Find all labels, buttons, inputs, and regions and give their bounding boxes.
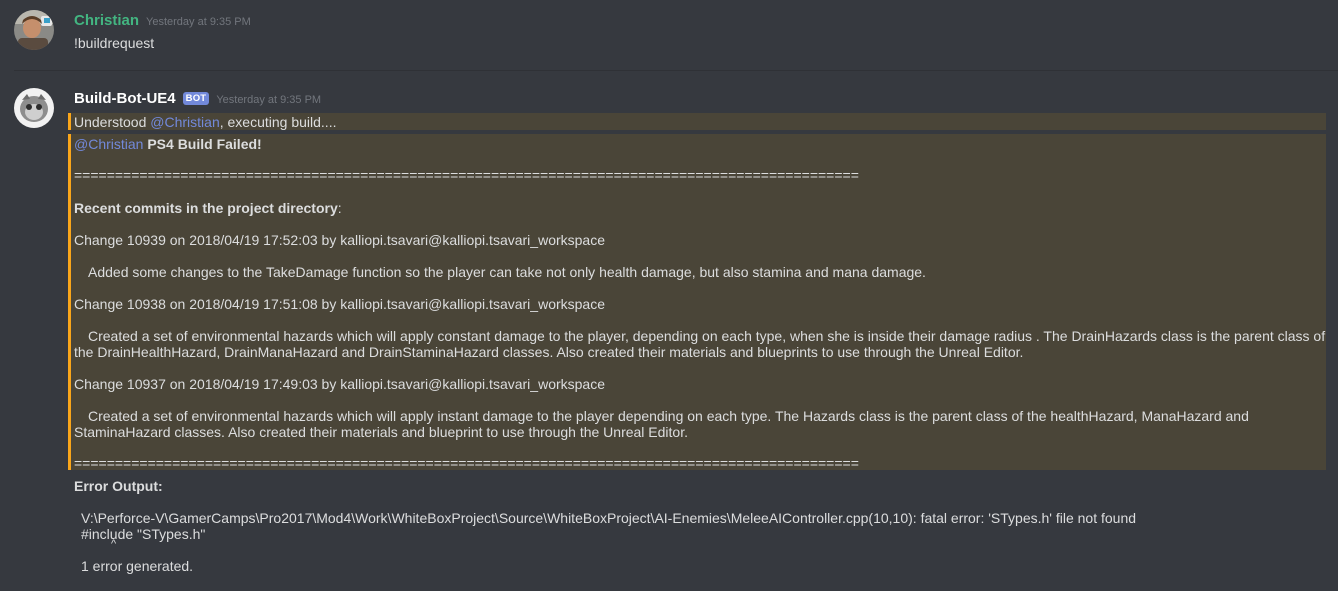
commit-description: Created a set of environmental hazards w… [88, 408, 1249, 424]
commit-description: Created a set of environmental hazards w… [88, 328, 1326, 344]
recent-commits-heading: Recent commits in the project directory: [74, 200, 342, 216]
commit-description: the DrainHealthHazard, DrainManaHazard a… [74, 344, 1024, 360]
error-summary: 1 error generated. [81, 558, 194, 574]
username[interactable]: Christian [74, 12, 139, 29]
christian-avatar[interactable] [14, 10, 54, 50]
user-mention[interactable]: @Christian [150, 114, 219, 130]
text: Understood [74, 114, 151, 130]
christian-header: Christian Yesterday at 9:35 PM [74, 12, 251, 29]
user-mention[interactable]: @Christian [74, 136, 143, 152]
separator: ========================================… [74, 455, 859, 471]
commit-description: StaminaHazard classes. Also created thei… [74, 424, 688, 440]
colon: : [337, 200, 342, 216]
bot-header: Build-Bot-UE4 BOT Yesterday at 9:35 PM [74, 90, 321, 107]
error-line: V:\Perforce-V\GamerCamps\Pro2017\Mod4\Wo… [81, 510, 1137, 526]
heading: Recent commits in the project directory [74, 200, 338, 216]
bot-message-line: Understood @Christian, executing build..… [74, 114, 336, 130]
build-status: PS4 Build Failed! [147, 136, 262, 152]
message-content: !buildrequest [74, 35, 155, 51]
bot-avatar[interactable] [14, 88, 54, 128]
username[interactable]: Build-Bot-UE4 [74, 90, 176, 107]
build-failed-title: @Christian PS4 Build Failed! [74, 136, 262, 152]
commit-change: Change 10937 on 2018/04/19 17:49:03 by k… [74, 376, 605, 392]
message-christian: Christian Yesterday at 9:35 PM !buildreq… [0, 0, 1338, 70]
timestamp: Yesterday at 9:35 PM [146, 16, 251, 28]
error-output-label: Error Output: [74, 478, 163, 494]
commit-change: Change 10939 on 2018/04/19 17:52:03 by k… [74, 232, 605, 248]
bot-tag: BOT [182, 92, 210, 105]
text: , executing build.... [219, 114, 337, 130]
commit-description: Added some changes to the TakeDamage fun… [88, 264, 926, 280]
commit-change: Change 10938 on 2018/04/19 17:51:08 by k… [74, 296, 605, 312]
error-include: #include "STypes.h" [81, 526, 206, 542]
separator: ========================================… [74, 167, 859, 183]
timestamp: Yesterday at 9:35 PM [216, 94, 322, 106]
error-caret: ^ [111, 538, 117, 550]
